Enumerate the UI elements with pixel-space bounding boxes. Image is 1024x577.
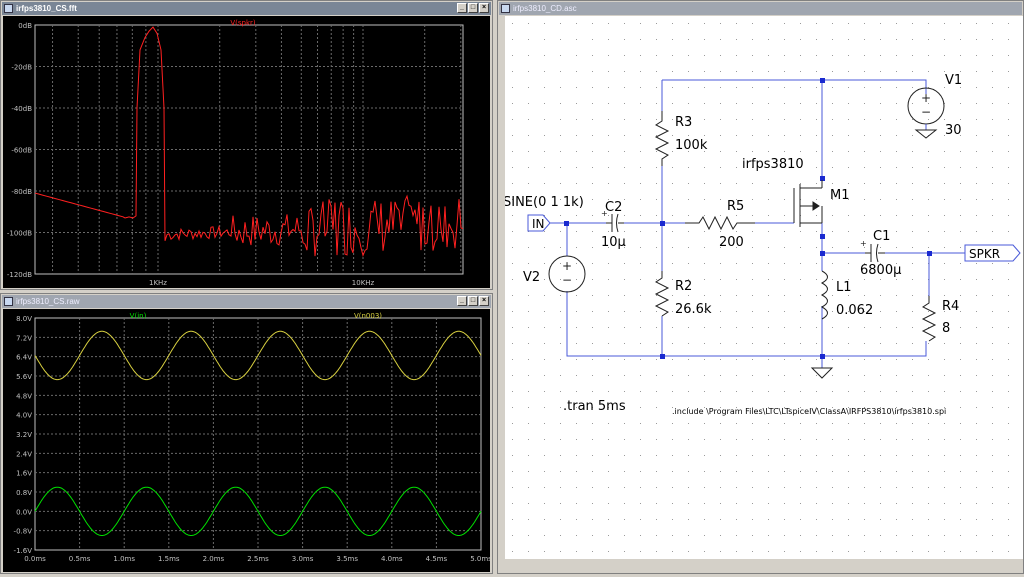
- r4-label: R4: [942, 299, 959, 314]
- window-controls: _ □ ×: [457, 296, 489, 306]
- fft-x-tick-label: 10KHz: [352, 279, 375, 287]
- transient-y-tick-label: 0.0V: [16, 508, 32, 516]
- l1-value: 0.062: [836, 303, 873, 318]
- fft-x-tick-label: 1KHz: [149, 279, 167, 287]
- transient-grid: [34, 317, 482, 551]
- fft-x-axis: 1KHz 10KHz: [149, 279, 375, 287]
- m1-label: M1: [830, 188, 850, 203]
- transient-y-tick-label: 1.6V: [16, 470, 32, 478]
- r5-label: R5: [727, 199, 744, 214]
- c2-label: C2: [605, 200, 622, 215]
- fft-y-tick-label: -20dB: [11, 64, 32, 72]
- r3-value: 100k: [675, 138, 708, 153]
- fft-plot-area[interactable]: V(spkr) 0dB -20dB -40dB -60dB -80dB -100dB -12…: [3, 16, 490, 288]
- transient-y-tick-label: 3.2V: [16, 431, 32, 439]
- transient-y-axis: 8.0V 7.2V 6.4V 5.6V 4.8V 4.0V 3.2V 2.4V 1.6V 0.8V…: [14, 315, 33, 555]
- transient-y-tick-label: 2.4V: [16, 450, 32, 458]
- transient-x-tick-label: 1.5ms: [158, 555, 180, 563]
- transient-x-tick-label: 3.5ms: [336, 555, 358, 563]
- close-button[interactable]: ×: [479, 296, 489, 306]
- minimize-button[interactable]: _: [457, 3, 467, 13]
- transient-y-tick-label: 6.4V: [16, 354, 32, 362]
- source-spec: SINE(0 1 1k): [505, 195, 584, 210]
- svg-text:−: −: [921, 105, 931, 119]
- transient-plot-area[interactable]: V(in) V(n003) 8.0V 7.2V 6.4V 5.6V 4.8V 4.0V 3.…: [3, 309, 493, 572]
- fft-y-tick-label: -60dB: [11, 147, 32, 155]
- schematic-window-title: irfps3810_CD.asc: [513, 4, 577, 13]
- maximize-button[interactable]: □: [468, 296, 478, 306]
- fft-plot-window[interactable]: irfps3810_CS.fft _ □ × V(spkr) 0dB -20dB -…: [0, 0, 493, 290]
- l1-label: L1: [836, 280, 852, 295]
- v2-label: V2: [523, 270, 540, 285]
- transient-y-tick-label: 4.8V: [16, 392, 32, 400]
- fft-y-tick-label: -40dB: [11, 105, 32, 113]
- in-port-label: IN: [532, 217, 545, 231]
- raw-window-titlebar[interactable]: irfps3810_CS.raw _ □ ×: [2, 295, 491, 308]
- svg-text:−: −: [562, 273, 572, 287]
- fft-trace-label[interactable]: V(spkr): [230, 19, 256, 27]
- c1-polarity: +: [860, 239, 867, 248]
- minimize-button[interactable]: _: [457, 296, 467, 306]
- r2-label: R2: [675, 279, 692, 294]
- c1-value: 6800µ: [860, 263, 901, 278]
- transient-x-tick-label: 3.0ms: [292, 555, 314, 563]
- mosfet-model: irfps3810: [742, 157, 804, 172]
- fft-y-axis: 0dB -20dB -40dB -60dB -80dB -100dB -120dB: [7, 22, 32, 279]
- transient-x-axis: 0.0ms 0.5ms 1.0ms 1.5ms 2.0ms 2.5ms 3.0ms 3.5ms…: [24, 555, 492, 563]
- transient-x-tick-label: 1.0ms: [113, 555, 135, 563]
- transient-y-tick-label: 4.0V: [16, 412, 32, 420]
- waveform-icon: [4, 297, 13, 306]
- schematic-window-titlebar[interactable]: irfps3810_CD.asc: [499, 2, 1022, 15]
- transient-x-tick-label: 5.0ms: [470, 555, 490, 563]
- transient-x-tick-label: 0.5ms: [69, 555, 91, 563]
- close-button[interactable]: ×: [479, 3, 489, 13]
- r3-label: R3: [675, 115, 692, 130]
- include-directive[interactable]: .include \Program Files\LTC\LTspiceIV\Cl…: [672, 407, 946, 416]
- transient-x-tick-label: 0.0ms: [24, 555, 46, 563]
- transient-x-tick-label: 4.0ms: [381, 555, 403, 563]
- fft-plot-svg[interactable]: V(spkr) 0dB -20dB -40dB -60dB -80dB -100dB -12…: [3, 16, 490, 288]
- transient-x-tick-label: 2.0ms: [203, 555, 225, 563]
- svg-text:+: +: [921, 91, 931, 105]
- waveform-icon: [4, 4, 13, 13]
- transient-x-tick-label: 2.5ms: [247, 555, 269, 563]
- maximize-button[interactable]: □: [468, 3, 478, 13]
- schematic-window[interactable]: irfps3810_CD.asc + − V1 30 R3 100k irfps…: [497, 0, 1024, 574]
- schematic-icon: [501, 4, 510, 13]
- schematic-svg[interactable]: + − V1 30 R3 100k irfps3810 M1 SINE(0 1 …: [503, 16, 1023, 559]
- tran-directive[interactable]: .tran 5ms: [563, 399, 626, 414]
- transient-plot-svg[interactable]: V(in) V(n003) 8.0V 7.2V 6.4V 5.6V 4.8V 4.0V 3.…: [3, 309, 493, 572]
- transient-y-tick-label: 8.0V: [16, 315, 32, 323]
- c1-label: C1: [873, 229, 890, 244]
- transient-y-tick-label: 0.8V: [16, 489, 32, 497]
- schematic-grid: [505, 16, 1023, 559]
- trace-label-vin[interactable]: V(in): [130, 312, 147, 320]
- transient-y-tick-label: -1.6V: [14, 547, 33, 555]
- spkr-port-label: SPKR: [969, 247, 1000, 261]
- fft-y-tick-label: -80dB: [11, 188, 32, 196]
- transient-y-tick-label: -0.8V: [14, 528, 33, 536]
- schematic-canvas[interactable]: + − V1 30 R3 100k irfps3810 M1 SINE(0 1 …: [503, 16, 1023, 559]
- transient-x-tick-label: 4.5ms: [426, 555, 448, 563]
- transient-plot-window[interactable]: irfps3810_CS.raw _ □ × V(in) V(n003) 8.0…: [0, 293, 493, 574]
- v1-value: 30: [945, 123, 962, 138]
- raw-window-title: irfps3810_CS.raw: [16, 297, 80, 306]
- svg-text:+: +: [562, 259, 572, 273]
- c2-value: 10µ: [601, 235, 626, 250]
- fft-y-tick-label: -100dB: [7, 230, 32, 238]
- fft-y-tick-label: 0dB: [18, 22, 32, 30]
- fft-window-titlebar[interactable]: irfps3810_CS.fft _ □ ×: [2, 2, 491, 15]
- r2-value: 26.6k: [675, 302, 712, 317]
- transient-y-tick-label: 7.2V: [16, 334, 32, 342]
- v1-label: V1: [945, 73, 962, 88]
- r5-value: 200: [719, 235, 744, 250]
- window-controls: _ □ ×: [457, 3, 489, 13]
- fft-window-title: irfps3810_CS.fft: [16, 4, 77, 13]
- trace-label-vn003[interactable]: V(n003): [354, 312, 382, 320]
- fft-y-tick-label: -120dB: [7, 271, 32, 279]
- transient-y-tick-label: 5.6V: [16, 373, 32, 381]
- r4-value: 8: [942, 321, 950, 336]
